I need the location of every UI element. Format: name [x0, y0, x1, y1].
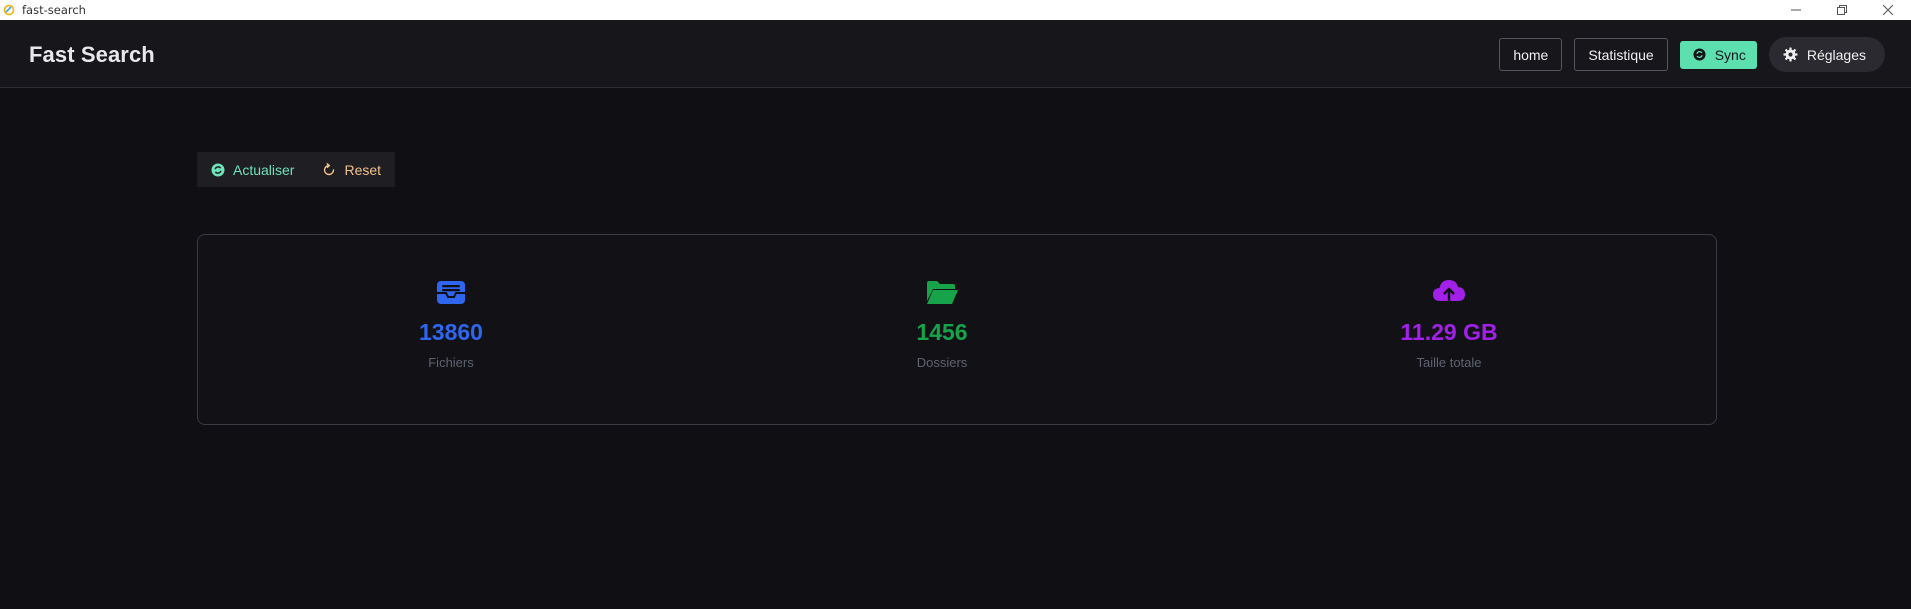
refresh-label: Actualiser [233, 161, 295, 178]
settings-label: Réglages [1806, 46, 1866, 63]
reset-label: Reset [344, 161, 382, 178]
main-nav: home Statistique Sync Réglages [1487, 37, 1885, 72]
sync-button[interactable]: Sync [1679, 40, 1757, 69]
total-size-label: Taille totale [1416, 355, 1482, 370]
settings-button[interactable]: Réglages [1768, 37, 1885, 72]
folder-open-icon [822, 275, 1062, 309]
folders-count: 1456 [916, 319, 968, 345]
gear-icon [1783, 47, 1798, 62]
inbox-icon [331, 275, 571, 309]
reset-button[interactable]: Reset [322, 162, 381, 178]
app-title: Fast Search [29, 42, 155, 67]
stat-files: 13860 Fichiers [331, 275, 571, 370]
refresh-button[interactable]: Actualiser [211, 162, 294, 178]
files-label: Fichiers [428, 355, 474, 370]
folders-label: Dossiers [916, 355, 968, 370]
sync-icon [1693, 48, 1706, 61]
stats-card: 13860 Fichiers 1456 Dossiers 11.29 GB Ta… [197, 234, 1717, 425]
action-bar: Actualiser Reset [197, 152, 395, 187]
total-size-value: 11.29 GB [1400, 319, 1498, 345]
window-titlebar: fast-search [0, 0, 1911, 20]
window-title: fast-search [22, 3, 86, 17]
window-controls [1773, 0, 1911, 20]
stat-folders: 1456 Dossiers [822, 275, 1062, 370]
home-button[interactable]: home [1499, 38, 1563, 71]
sync-label: Sync [1714, 46, 1746, 63]
stat-total-size: 11.29 GB Taille totale [1329, 275, 1569, 370]
reload-icon [322, 162, 336, 177]
close-icon[interactable] [1865, 0, 1911, 20]
files-count: 13860 [419, 319, 483, 345]
app-header: Fast Search home Statistique Sync Réglag… [0, 20, 1911, 88]
minimize-icon[interactable] [1773, 0, 1819, 20]
restore-icon[interactable] [1819, 0, 1865, 20]
app-logo-icon [2, 3, 16, 17]
cloud-upload-icon [1329, 275, 1569, 309]
statistics-button[interactable]: Statistique [1574, 38, 1668, 71]
sync-icon [211, 163, 225, 177]
